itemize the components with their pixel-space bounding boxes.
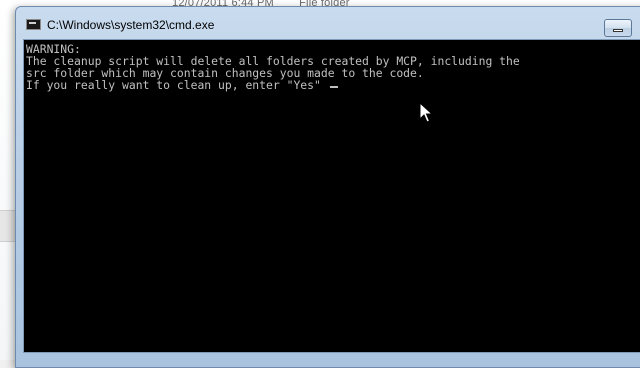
mouse-pointer-icon [419, 102, 433, 123]
console-line-prompt: If you really want to clean up, enter "Y… [26, 79, 338, 91]
cmd-window[interactable]: C:\Windows\system32\cmd.exe WARNING: The… [15, 6, 640, 368]
prompt-text: If you really want to clean up, enter "Y… [26, 78, 321, 92]
title-bar[interactable]: C:\Windows\system32\cmd.exe [16, 7, 640, 39]
minimize-button[interactable] [604, 19, 632, 37]
console-output[interactable]: WARNING: The cleanup script will delete … [23, 39, 640, 353]
cmd-icon[interactable] [26, 19, 41, 30]
text-cursor[interactable] [329, 86, 338, 88]
window-title: C:\Windows\system32\cmd.exe [47, 18, 215, 32]
